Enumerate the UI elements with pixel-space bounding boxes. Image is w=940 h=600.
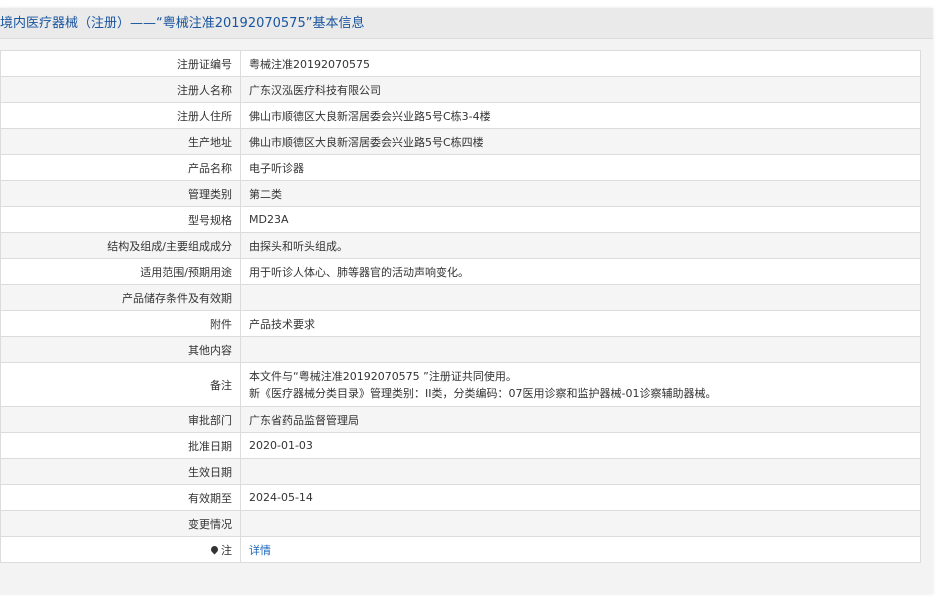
info-table: 注册证编号 粤械注准20192070575 注册人名称 广东汉泓医疗科技有限公司…	[0, 50, 921, 563]
table-row: 审批部门 广东省药品监督管理局	[0, 406, 921, 433]
row-value-management-class: 第二类	[240, 180, 921, 207]
table-row: 生产地址 佛山市顺德区大良新滘居委会兴业路5号C栋四楼	[0, 128, 921, 155]
row-value-valid-until: 2024-05-14	[240, 484, 921, 511]
table-row: 生效日期	[0, 458, 921, 485]
note-label-text: 注	[221, 543, 232, 557]
table-row: 变更情况	[0, 510, 921, 537]
row-value-remarks: 本文件与“粤械注准20192070575 ”注册证共同使用。 新《医疗器械分类目…	[240, 362, 921, 407]
row-label-registrant-name: 注册人名称	[0, 76, 241, 103]
table-row: 备注 本文件与“粤械注准20192070575 ”注册证共同使用。 新《医疗器械…	[0, 362, 921, 407]
row-value-model-spec: MD23A	[240, 206, 921, 233]
table-row: 适用范围/预期用途 用于听诊人体心、肺等器官的活动声响变化。	[0, 258, 921, 285]
location-pin-icon	[209, 544, 220, 554]
row-label-remarks: 备注	[0, 362, 241, 407]
row-label-change-status: 变更情况	[0, 510, 241, 537]
details-link[interactable]: 详情	[249, 544, 271, 557]
registration-info-panel: 境内医疗器械（注册）——“粤械注准20192070575”基本信息 注册证编号 …	[0, 8, 933, 594]
row-label-approval-department: 审批部门	[0, 406, 241, 433]
row-value-production-address: 佛山市顺德区大良新滘居委会兴业路5号C栋四楼	[240, 128, 921, 155]
row-value-note: 详情	[240, 536, 921, 563]
row-value-other-content	[240, 336, 921, 363]
row-label-note: 注	[0, 536, 241, 563]
row-value-attachment: 产品技术要求	[240, 310, 921, 337]
row-label-storage-conditions: 产品储存条件及有效期	[0, 284, 241, 311]
table-row: 管理类别 第二类	[0, 180, 921, 207]
row-value-registration-number: 粤械注准20192070575	[240, 50, 921, 77]
row-label-registration-number: 注册证编号	[0, 50, 241, 77]
table-row: 批准日期 2020-01-03	[0, 432, 921, 459]
row-value-structure-composition: 由探头和听头组成。	[240, 232, 921, 259]
row-label-management-class: 管理类别	[0, 180, 241, 207]
row-label-structure-composition: 结构及组成/主要组成成分	[0, 232, 241, 259]
row-value-effective-date	[240, 458, 921, 485]
table-row: 注 详情	[0, 536, 921, 563]
page-title: 境内医疗器械（注册）——“粤械注准20192070575”基本信息	[0, 16, 365, 31]
table-row: 其他内容	[0, 336, 921, 363]
row-value-storage-conditions	[240, 284, 921, 311]
row-value-change-status	[240, 510, 921, 537]
remarks-line-1: 本文件与“粤械注准20192070575 ”注册证共同使用。	[249, 369, 517, 383]
panel-title-bar: 境内医疗器械（注册）——“粤械注准20192070575”基本信息	[0, 8, 933, 39]
row-label-attachment: 附件	[0, 310, 241, 337]
table-row: 型号规格 MD23A	[0, 206, 921, 233]
row-value-product-name: 电子听诊器	[240, 154, 921, 181]
table-row: 有效期至 2024-05-14	[0, 484, 921, 511]
row-label-effective-date: 生效日期	[0, 458, 241, 485]
row-value-approval-date: 2020-01-03	[240, 432, 921, 459]
table-row: 结构及组成/主要组成成分 由探头和听头组成。	[0, 232, 921, 259]
row-value-intended-use: 用于听诊人体心、肺等器官的活动声响变化。	[240, 258, 921, 285]
row-label-production-address: 生产地址	[0, 128, 241, 155]
row-label-model-spec: 型号规格	[0, 206, 241, 233]
table-row: 注册证编号 粤械注准20192070575	[0, 50, 921, 77]
row-label-valid-until: 有效期至	[0, 484, 241, 511]
table-row: 附件 产品技术要求	[0, 310, 921, 337]
table-row: 产品储存条件及有效期	[0, 284, 921, 311]
row-label-intended-use: 适用范围/预期用途	[0, 258, 241, 285]
row-value-registrant-address: 佛山市顺德区大良新滘居委会兴业路5号C栋3-4楼	[240, 102, 921, 129]
row-label-registrant-address: 注册人住所	[0, 102, 241, 129]
row-label-approval-date: 批准日期	[0, 432, 241, 459]
row-value-registrant-name: 广东汉泓医疗科技有限公司	[240, 76, 921, 103]
table-row: 注册人名称 广东汉泓医疗科技有限公司	[0, 76, 921, 103]
remarks-line-2: 新《医疗器械分类目录》管理类别：II类，分类编码：07医用诊察和监护器械-01诊…	[249, 386, 717, 400]
row-label-product-name: 产品名称	[0, 154, 241, 181]
row-value-approval-department: 广东省药品监督管理局	[240, 406, 921, 433]
table-row: 产品名称 电子听诊器	[0, 154, 921, 181]
table-row: 注册人住所 佛山市顺德区大良新滘居委会兴业路5号C栋3-4楼	[0, 102, 921, 129]
row-label-other-content: 其他内容	[0, 336, 241, 363]
